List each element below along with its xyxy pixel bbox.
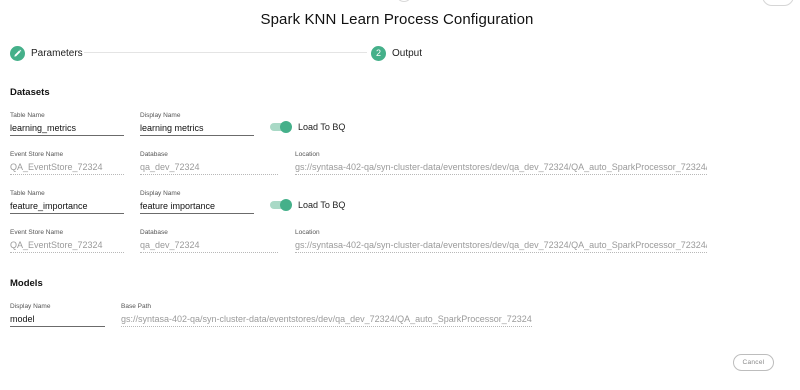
toggle-knob bbox=[280, 199, 292, 211]
display-name-input[interactable]: learning metrics bbox=[140, 123, 254, 136]
step-number-badge: 2 bbox=[371, 45, 386, 61]
toggle-switch[interactable] bbox=[270, 121, 292, 133]
display-name-label: Display Name bbox=[140, 112, 181, 119]
drag-handle[interactable] bbox=[396, 0, 412, 2]
database-value: qa_dev_72324 bbox=[140, 240, 278, 253]
model-display-name-input[interactable]: model bbox=[10, 314, 105, 327]
table-name-label: Table Name bbox=[10, 112, 45, 119]
table-name-input[interactable]: feature_importance bbox=[10, 201, 124, 214]
load-to-bq-toggle[interactable]: Load To BQ bbox=[270, 121, 345, 133]
table-name-input[interactable]: learning_metrics bbox=[10, 123, 124, 136]
display-name-label: Display Name bbox=[140, 190, 181, 197]
base-path-value: gs://syntasa-402-qa/syn-cluster-data/eve… bbox=[121, 314, 532, 327]
event-store-value: QA_EventStore_72324 bbox=[10, 240, 124, 253]
model-display-name-label: Display Name bbox=[10, 303, 51, 310]
cancel-button[interactable]: Cancel bbox=[733, 354, 774, 371]
display-name-field[interactable]: Display Name feature importance bbox=[140, 190, 254, 214]
location-label: Location bbox=[295, 151, 320, 158]
table-name-field[interactable]: Table Name learning_metrics bbox=[10, 112, 124, 136]
database-label: Database bbox=[140, 151, 168, 158]
datasets-section-title: Datasets bbox=[10, 87, 50, 98]
stepper: Parameters 2 Output bbox=[10, 44, 430, 62]
load-to-bq-toggle[interactable]: Load To BQ bbox=[270, 199, 345, 211]
base-path-label: Base Path bbox=[121, 303, 151, 310]
table-name-label: Table Name bbox=[10, 190, 45, 197]
base-path-field: Base Path gs://syntasa-402-qa/syn-cluste… bbox=[121, 303, 532, 327]
location-value: gs://syntasa-402-qa/syn-cluster-data/eve… bbox=[295, 240, 707, 253]
step-output[interactable]: 2 Output bbox=[371, 44, 422, 62]
location-value: gs://syntasa-402-qa/syn-cluster-data/eve… bbox=[295, 162, 707, 175]
pencil-icon bbox=[10, 45, 25, 61]
event-store-value: QA_EventStore_72324 bbox=[10, 162, 124, 175]
database-value: qa_dev_72324 bbox=[140, 162, 278, 175]
location-label: Location bbox=[295, 229, 320, 236]
dialog-title: Spark KNN Learn Process Configuration bbox=[260, 11, 534, 28]
display-name-input[interactable]: feature importance bbox=[140, 201, 254, 214]
event-store-field: Event Store Name QA_EventStore_72324 bbox=[10, 229, 124, 253]
event-store-label: Event Store Name bbox=[10, 151, 64, 158]
database-label: Database bbox=[140, 229, 168, 236]
models-section-title: Models bbox=[10, 278, 43, 289]
load-to-bq-label: Load To BQ bbox=[298, 122, 346, 132]
toggle-knob bbox=[280, 121, 292, 133]
stepper-connector bbox=[84, 52, 367, 53]
database-field: Database qa_dev_72324 bbox=[140, 229, 278, 253]
event-store-label: Event Store Name bbox=[10, 229, 64, 236]
location-field: Location gs://syntasa-402-qa/syn-cluster… bbox=[295, 151, 707, 175]
database-field: Database qa_dev_72324 bbox=[140, 151, 278, 175]
process-config-dialog: Spark KNN Learn Process Configuration Pa… bbox=[0, 0, 800, 390]
step-parameters[interactable]: Parameters bbox=[10, 44, 83, 62]
step-parameters-label: Parameters bbox=[31, 47, 83, 59]
model-display-name-field[interactable]: Display Name model bbox=[10, 303, 105, 327]
table-name-field[interactable]: Table Name feature_importance bbox=[10, 190, 124, 214]
close-button[interactable] bbox=[762, 0, 794, 6]
event-store-field: Event Store Name QA_EventStore_72324 bbox=[10, 151, 124, 175]
load-to-bq-label: Load To BQ bbox=[298, 200, 346, 210]
location-field: Location gs://syntasa-402-qa/syn-cluster… bbox=[295, 229, 707, 253]
step-output-label: Output bbox=[392, 47, 423, 59]
display-name-field[interactable]: Display Name learning metrics bbox=[140, 112, 254, 136]
toggle-switch[interactable] bbox=[270, 199, 292, 211]
